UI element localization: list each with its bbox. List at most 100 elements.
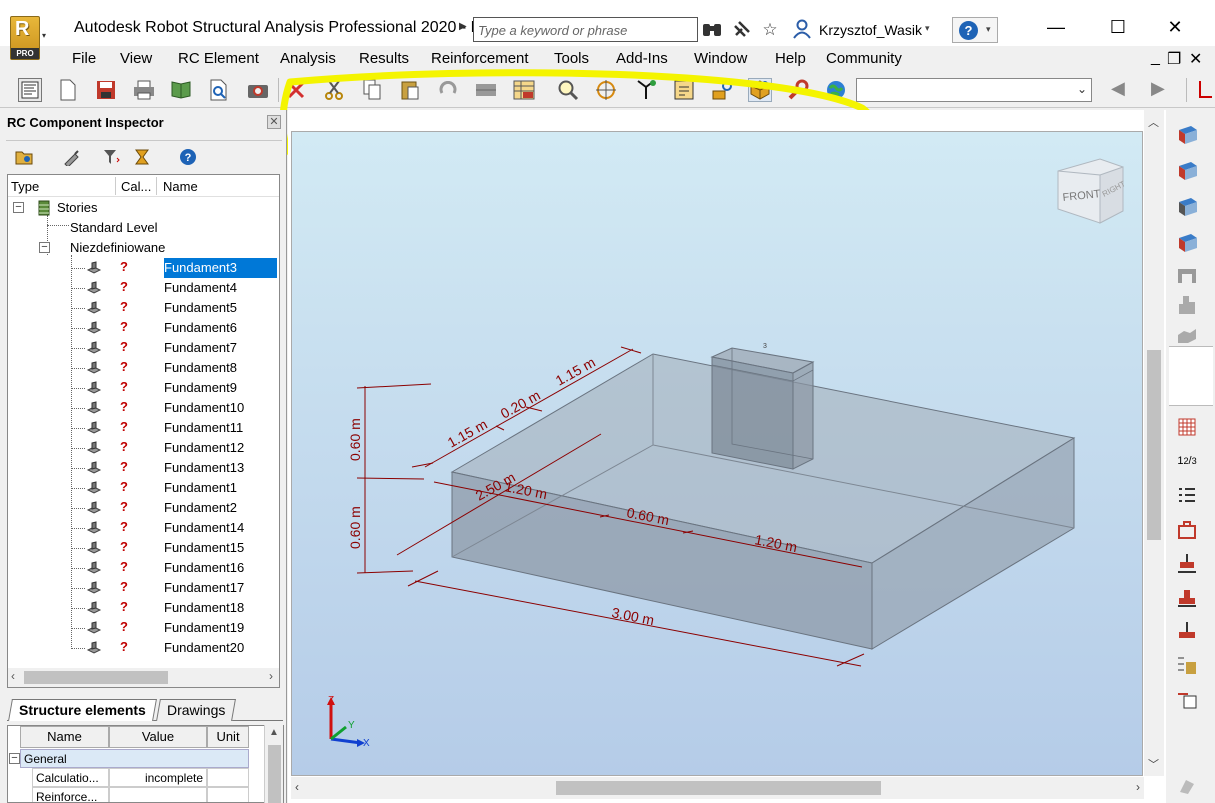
tree-item[interactable]: ? Fundament19 <box>8 618 279 638</box>
prop-value[interactable]: incomplete <box>109 768 207 787</box>
scroll-down-icon[interactable]: ﹀ <box>1148 756 1159 772</box>
zoom-icon[interactable] <box>556 78 580 102</box>
tree-item[interactable]: ? Fundament14 <box>8 518 279 538</box>
menu-help[interactable]: Help <box>775 50 806 67</box>
help-button[interactable]: ? ▾ <box>952 17 998 43</box>
numbering-icon[interactable]: 1 2/3 <box>1174 448 1200 474</box>
wrench-icon[interactable] <box>786 78 810 102</box>
table-icon[interactable] <box>512 78 536 102</box>
help-icon[interactable]: ? <box>178 147 198 167</box>
close-button[interactable]: ✕ <box>1153 14 1197 40</box>
tree-item[interactable]: ? Fundament11 <box>8 418 279 438</box>
tree-item[interactable]: ? Fundament1 <box>8 478 279 498</box>
column-section-icon[interactable] <box>1174 192 1200 218</box>
prop-column-unit[interactable]: Unit <box>207 726 249 748</box>
column-name[interactable]: Name <box>163 179 198 194</box>
scroll-thumb[interactable] <box>24 671 168 684</box>
next-arrow-icon[interactable]: ▶ <box>1151 78 1165 99</box>
tree-horizontal-scrollbar[interactable]: ‹ › <box>7 668 280 688</box>
print-preview-icon[interactable] <box>207 78 231 102</box>
collapse-icon[interactable]: − <box>9 753 20 764</box>
scroll-right-icon[interactable]: › <box>1136 780 1140 794</box>
wall-icon[interactable] <box>1174 292 1200 318</box>
panel-close-button[interactable]: ✕ <box>267 115 281 129</box>
foundation-load-icon[interactable] <box>1174 618 1200 644</box>
prop-row[interactable]: Calculatio... incomplete <box>8 768 252 787</box>
menu-community[interactable]: Community <box>826 50 902 67</box>
view-select-dropdown[interactable]: ⌄ <box>856 78 1092 102</box>
scroll-left-icon[interactable]: ‹ <box>11 669 15 683</box>
doc-minimize-button[interactable]: _ <box>1151 49 1160 67</box>
maximize-button[interactable]: ☐ <box>1096 14 1140 40</box>
menu-add-ins[interactable]: Add-Ins <box>616 50 668 67</box>
cross-section-icon[interactable] <box>1174 120 1200 146</box>
properties-scrollbar[interactable]: ▲ <box>264 725 283 803</box>
scroll-up-icon[interactable]: ︿ <box>1148 114 1159 130</box>
scroll-right-icon[interactable]: › <box>269 669 273 683</box>
screen-capture-icon[interactable] <box>246 78 270 102</box>
pointer-icon[interactable] <box>1174 772 1200 798</box>
save-icon[interactable] <box>94 78 118 102</box>
tree-item[interactable]: ? Fundament10 <box>8 398 279 418</box>
menu-view[interactable]: View <box>120 50 152 67</box>
column-type[interactable]: Type <box>11 179 39 194</box>
tree-item[interactable]: ? Fundament17 <box>8 578 279 598</box>
scroll-thumb[interactable] <box>268 745 281 803</box>
section-icon[interactable] <box>474 78 498 102</box>
tree-item[interactable]: ? Fundament13 <box>8 458 279 478</box>
frame-icon[interactable] <box>1174 262 1200 288</box>
prop-column-name[interactable]: Name <box>20 726 109 748</box>
slab-section-icon[interactable] <box>1174 228 1200 254</box>
tree-item[interactable]: ? Fundament4 <box>8 278 279 298</box>
user-name[interactable]: Krzysztof_Wasik <box>819 22 922 38</box>
reinforcement-icon[interactable] <box>710 78 734 102</box>
edit-element-icon[interactable] <box>62 147 82 167</box>
stair-icon[interactable] <box>1174 322 1200 348</box>
menu-analysis[interactable]: Analysis <box>280 50 336 67</box>
notes-icon[interactable] <box>672 78 696 102</box>
collapse-icon[interactable]: − <box>13 202 24 213</box>
load-case-icon[interactable] <box>1174 516 1200 542</box>
doc-restore-button[interactable]: ❐ <box>1167 49 1181 69</box>
tree-item[interactable]: ? Fundament15 <box>8 538 279 558</box>
prop-column-value[interactable]: Value <box>109 726 207 748</box>
paste-icon[interactable] <box>398 78 422 102</box>
tree-node-standard-level[interactable]: Standard Level <box>8 218 279 238</box>
tree-item[interactable]: ? Fundament18 <box>8 598 279 618</box>
scroll-left-icon[interactable]: ‹ <box>295 780 299 794</box>
scroll-up-icon[interactable]: ▲ <box>269 727 279 738</box>
undo-icon[interactable] <box>436 78 460 102</box>
column-calc[interactable]: Cal... <box>121 179 151 194</box>
prop-group-general[interactable]: − General <box>8 749 252 768</box>
scroll-thumb[interactable] <box>1147 350 1161 540</box>
cut-icon[interactable] <box>322 78 346 102</box>
prop-value[interactable] <box>109 787 207 802</box>
tree-item[interactable]: ? Fundament12 <box>8 438 279 458</box>
print-icon[interactable] <box>132 78 156 102</box>
tree-item[interactable]: ? Fundament5 <box>8 298 279 318</box>
tree-item[interactable]: ? Fundament8 <box>8 358 279 378</box>
collapse-icon[interactable]: − <box>39 242 50 253</box>
tree-item[interactable]: ? Fundament7 <box>8 338 279 358</box>
tree-item[interactable]: ? Fundament20 <box>8 638 279 658</box>
tab-structure-elements[interactable]: Structure elements <box>8 699 157 721</box>
tree-node-group[interactable]: − Niezdefiniowane <box>8 238 279 258</box>
tree-node-stories[interactable]: − Stories <box>8 198 279 218</box>
binoculars-icon[interactable] <box>701 19 723 41</box>
calculation-icon[interactable] <box>132 147 152 167</box>
calculation-note-icon[interactable] <box>1174 686 1200 712</box>
web-globe-icon[interactable] <box>824 78 848 102</box>
tab-drawings[interactable]: Drawings <box>156 699 237 721</box>
star-icon[interactable]: ☆ <box>759 19 781 41</box>
delete-icon[interactable] <box>284 78 308 102</box>
reinforcement-pattern-icon[interactable] <box>1174 414 1200 440</box>
previous-arrow-icon[interactable]: ◀ <box>1111 78 1125 99</box>
filter-icon[interactable] <box>102 147 122 167</box>
beam-section-icon[interactable] <box>1174 156 1200 182</box>
pan-icon[interactable] <box>634 78 658 102</box>
copy-icon[interactable] <box>360 78 384 102</box>
prop-row[interactable]: Reinforce... <box>8 787 252 802</box>
menu-rc-element[interactable]: RC Element <box>178 50 259 67</box>
menu-results[interactable]: Results <box>359 50 409 67</box>
tree-item[interactable]: ? Fundament16 <box>8 558 279 578</box>
